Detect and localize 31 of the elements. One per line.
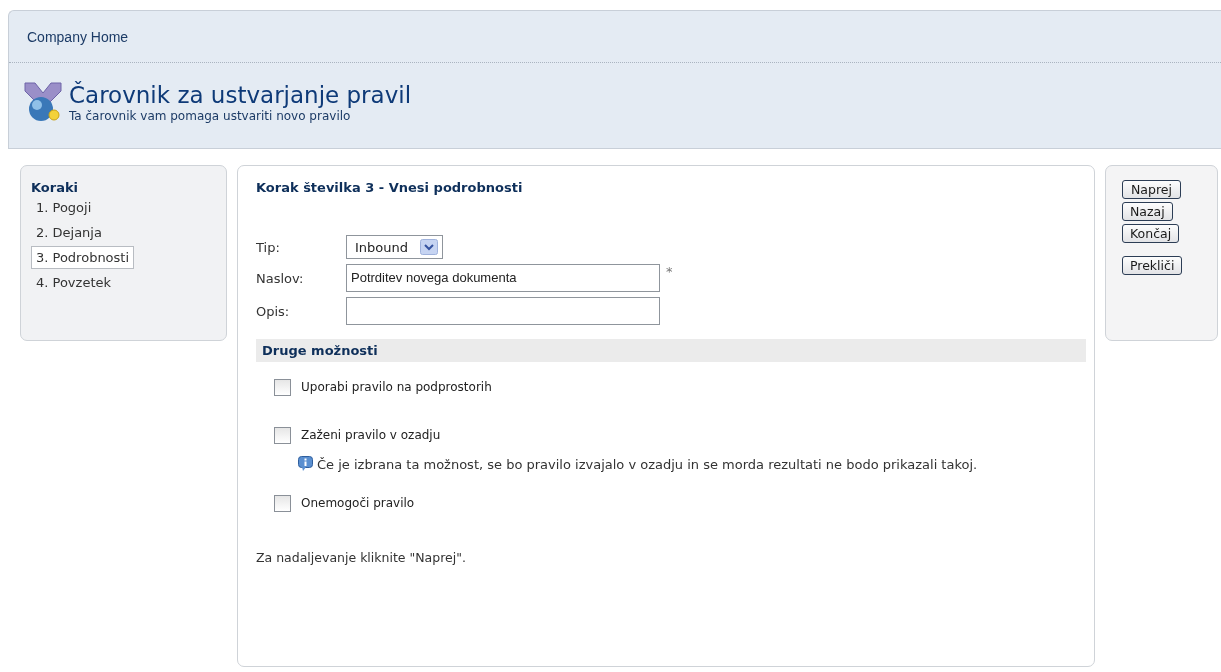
wizard-button[interactable]: Končaj xyxy=(1122,224,1180,243)
field-label: Tip: xyxy=(256,239,281,255)
step-heading: Korak številka 3 - Vnesi podrobnosti xyxy=(256,180,524,195)
wizard-subtitle: Ta čarovnik vam pomaga ustvariti novo pravilo xyxy=(69,109,352,123)
required-mark: * xyxy=(666,264,673,279)
info-icon xyxy=(298,456,313,472)
wizard-button[interactable]: Naprej xyxy=(1122,180,1181,199)
step-item[interactable]: 2. Dejanja xyxy=(31,221,107,244)
wizard-button[interactable]: Nazaj xyxy=(1122,202,1173,221)
steps-title: Koraki xyxy=(31,180,79,195)
text-field[interactable] xyxy=(346,297,660,325)
breadcrumb-link[interactable]: Company Home xyxy=(27,28,129,45)
text-field[interactable]: Potrditev novega dokumenta xyxy=(346,264,660,292)
step-item[interactable]: 1. Pogoji xyxy=(31,196,97,219)
field-label: Naslov: xyxy=(256,270,305,286)
instruction-text: Za nadaljevanje kliknite "Naprej". xyxy=(256,550,467,565)
checkbox[interactable] xyxy=(274,426,291,444)
info-note: Če je izbrana ta možnost, se bo pravilo izvajalo v ozadju in se morda rezultati ne bodo prikazali takoj. xyxy=(298,454,1076,476)
checkbox[interactable] xyxy=(274,378,291,396)
section-header: Druge možnosti xyxy=(256,339,1086,362)
step-item[interactable]: 4. Povzetek xyxy=(31,271,116,294)
checkbox[interactable] xyxy=(274,494,291,512)
option-label: Uporabi pravilo na podprostorih xyxy=(301,380,492,394)
wizard-title: Čarovnik za ustvarjanje pravil xyxy=(69,81,412,109)
wizard-icon xyxy=(23,81,63,123)
option-label: Onemogoči pravilo xyxy=(301,496,415,510)
field-label: Opis: xyxy=(256,303,291,319)
step-item[interactable]: 3. Podrobnosti xyxy=(31,246,135,269)
type-dropdown[interactable]: Inbound xyxy=(346,235,443,259)
wizard-button[interactable]: Prekliči xyxy=(1122,256,1183,275)
option-label: Zaženi pravilo v ozadju xyxy=(301,428,441,442)
